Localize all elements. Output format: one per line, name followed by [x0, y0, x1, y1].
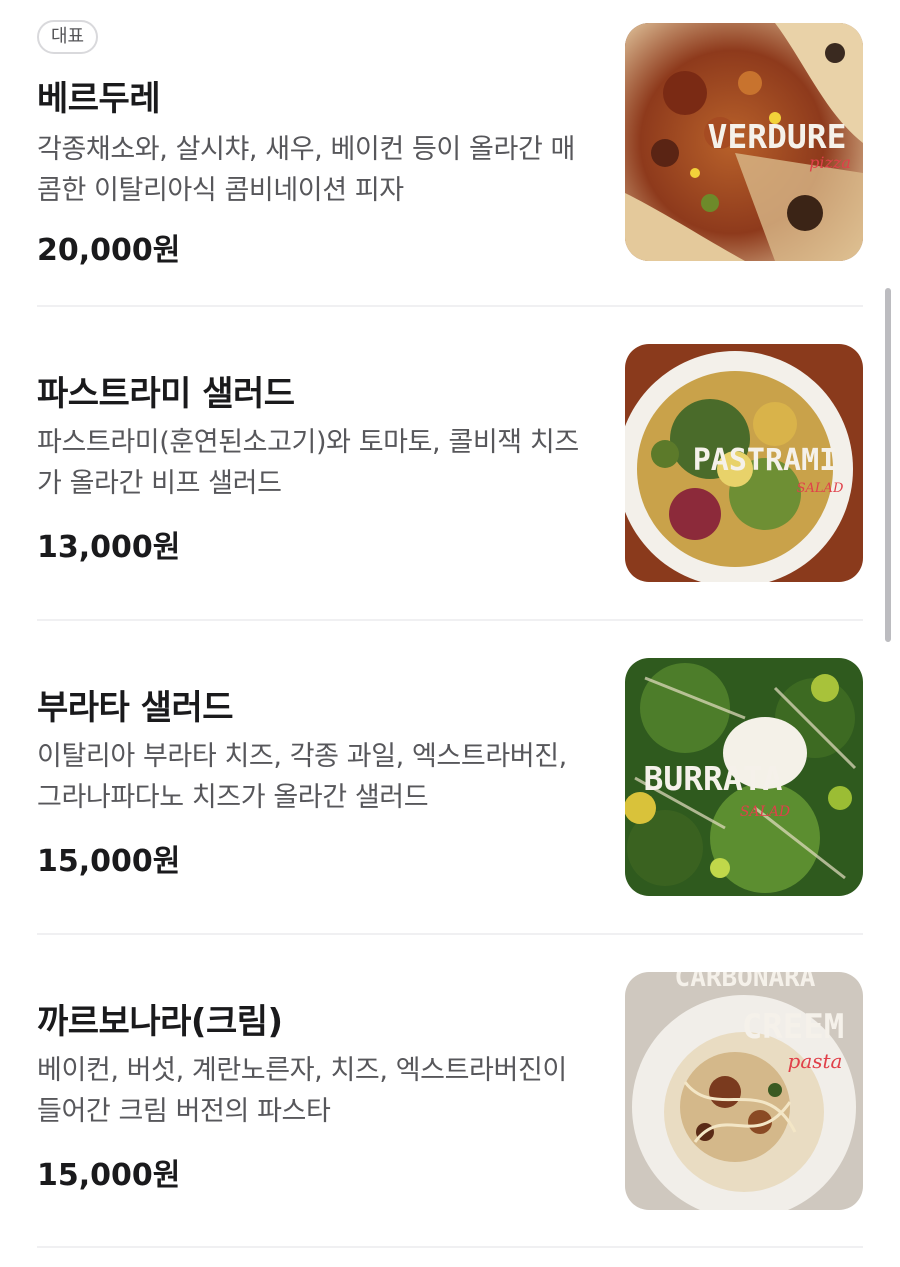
- divider: [37, 619, 863, 621]
- pasta-photo: CARBONARA CREEM pasta: [625, 972, 863, 1210]
- divider: [37, 933, 863, 935]
- menu-item-description: 베이컨, 버섯, 계란노른자, 치즈, 엑스트라버진이 들어간 크림 버전의 파…: [37, 1055, 567, 1127]
- divider: [37, 1246, 863, 1248]
- menu-item-price: 20,000원: [37, 233, 181, 268]
- image-title: PASTRAMI: [693, 443, 838, 478]
- menu-item-description: 이탈리아 부라타 치즈, 각종 과일, 엑스트라버진, 그라나파다노 치즈가 올…: [37, 741, 567, 813]
- salad-photo: PASTRAMI SALAD: [625, 344, 863, 582]
- menu-item-price: 15,000원: [37, 1158, 181, 1193]
- menu-item-name: 파스트라미 샐러드: [37, 374, 295, 414]
- image-title: BURRATA: [643, 759, 782, 798]
- menu-item-name: 부라타 샐러드: [37, 688, 234, 728]
- menu-item-image[interactable]: PASTRAMI SALAD: [625, 344, 863, 582]
- menu-item-burrata-salad[interactable]: 부라타 샐러드 이탈리아 부라타 치즈, 각종 과일, 엑스트라버진, 그라나파…: [37, 658, 863, 896]
- image-title: VERDURE: [707, 117, 846, 156]
- scrollbar[interactable]: [885, 288, 891, 642]
- menu-item-image[interactable]: CARBONARA CREEM pasta: [625, 972, 863, 1210]
- menu-item-name: 베르두레: [37, 79, 161, 119]
- image-title: CREEM: [742, 1007, 844, 1047]
- menu-item-price: 13,000원: [37, 530, 181, 565]
- menu-item-price: 15,000원: [37, 844, 181, 879]
- menu-item-description: 각종채소와, 살시챠, 새우, 베이컨 등이 올라간 매콤한 이탈리아식 콤비네…: [37, 134, 576, 206]
- image-subtitle: SALAD: [740, 804, 790, 820]
- image-subtitle: pizza: [809, 153, 851, 172]
- pizza-photo: VERDURE pizza: [625, 23, 863, 261]
- salad-photo: BURRATA SALAD: [625, 658, 863, 896]
- menu-item-image[interactable]: BURRATA SALAD: [625, 658, 863, 896]
- menu-item-carbonara-cream[interactable]: 까르보나라(크림) 베이컨, 버섯, 계란노른자, 치즈, 엑스트라버진이 들어…: [37, 972, 863, 1210]
- image-subtitle: SALAD: [797, 481, 844, 496]
- menu-item-description: 파스트라미(훈연된소고기)와 토마토, 콜비잭 치즈가 올라간 비프 샐러드: [37, 427, 579, 499]
- divider: [37, 305, 863, 307]
- menu-item-image[interactable]: VERDURE pizza: [625, 23, 863, 261]
- menu-item-name: 까르보나라(크림): [37, 1002, 283, 1042]
- menu-item-verdure[interactable]: 대표 베르두레 각종채소와, 살시챠, 새우, 베이컨 등이 올라간 매콤한 이…: [37, 20, 863, 268]
- image-title-top: CARBONARA: [675, 972, 816, 993]
- menu-item-pastrami-salad[interactable]: 파스트라미 샐러드 파스트라미(훈연된소고기)와 토마토, 콜비잭 치즈가 올라…: [37, 344, 863, 582]
- representative-badge: 대표: [37, 20, 99, 54]
- image-subtitle: pasta: [788, 1049, 843, 1073]
